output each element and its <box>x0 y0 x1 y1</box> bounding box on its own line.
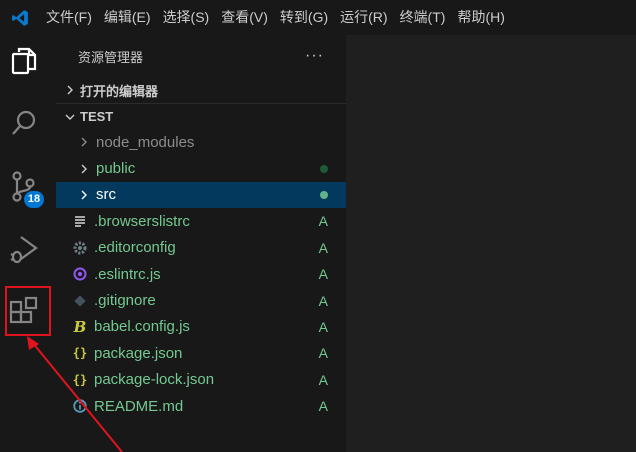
tree-item-label: .browserslistrc <box>94 212 190 230</box>
chevron-down-icon <box>62 112 78 122</box>
tree-item-src[interactable]: src <box>56 181 346 209</box>
menu-terminal[interactable]: 终端(T) <box>394 0 452 35</box>
menu-edit[interactable]: 编辑(E) <box>98 0 157 35</box>
menu-run[interactable]: 运行(R) <box>334 0 393 35</box>
activity-bar: 18 <box>0 35 48 452</box>
activity-run-debug[interactable] <box>0 223 48 277</box>
chevron-right-icon <box>76 164 92 174</box>
editor-area[interactable] <box>346 35 636 452</box>
tree-item-label: README.md <box>94 397 184 415</box>
tree-item-browserslistrc[interactable]: .browserslistrc A <box>56 208 346 234</box>
tree-item-label: .editorconfig <box>94 239 176 257</box>
tree-item-label: .gitignore <box>94 292 156 310</box>
tree-item-node-modules[interactable]: node_modules <box>56 129 346 155</box>
explorer-sidebar: 资源管理器 ··· 打开的编辑器 TEST node_modules publi… <box>56 35 346 452</box>
menu-go[interactable]: 转到(G) <box>274 0 334 35</box>
sidebar-title: 资源管理器 <box>78 49 144 65</box>
json-icon: {} <box>72 372 88 387</box>
project-section[interactable]: TEST <box>56 103 346 129</box>
tree-item-label: public <box>96 160 136 178</box>
git-status-added: A <box>318 398 328 415</box>
chevron-right-icon <box>76 137 92 147</box>
tree-item-package-json[interactable]: {} package.json A <box>56 340 346 366</box>
open-editors-section[interactable]: 打开的编辑器 <box>56 77 346 103</box>
git-icon <box>70 294 90 307</box>
tree-item-label: node_modules <box>96 133 195 151</box>
tree-item-label: package.json <box>94 344 183 362</box>
info-icon <box>70 399 90 413</box>
menu-view[interactable]: 查看(V) <box>215 0 274 35</box>
source-control-badge: 18 <box>24 191 44 208</box>
git-status-added: A <box>318 345 328 362</box>
git-status-dot <box>320 182 328 208</box>
git-status-added: A <box>318 213 328 230</box>
eslint-icon <box>70 267 90 281</box>
tree-item-label: src <box>96 186 116 204</box>
git-status-added: A <box>318 266 328 283</box>
tree-item-gitignore[interactable]: .gitignore A <box>56 287 346 313</box>
tree-item-public[interactable]: public <box>56 155 346 181</box>
project-label: TEST <box>80 109 114 124</box>
menu-file[interactable]: 文件(F) <box>40 0 98 35</box>
babel-icon: B <box>73 317 87 336</box>
vscode-logo-icon <box>0 0 40 35</box>
tree-item-package-lock-json[interactable]: {} package-lock.json A <box>56 367 346 393</box>
json-icon: {} <box>72 346 88 361</box>
git-status-added: A <box>318 292 328 309</box>
activity-search[interactable] <box>0 97 48 151</box>
chevron-right-icon <box>62 85 78 95</box>
activity-explorer[interactable] <box>0 35 48 89</box>
menu-bar: 文件(F) 编辑(E) 选择(S) 查看(V) 转到(G) 运行(R) 终端(T… <box>0 0 636 35</box>
lines-icon <box>70 215 90 228</box>
more-actions-icon[interactable]: ··· <box>305 47 324 65</box>
tree-item-label: babel.config.js <box>94 318 190 336</box>
sidebar-header: 资源管理器 ··· <box>56 35 346 77</box>
tree-item-babel-config[interactable]: B babel.config.js A <box>56 314 346 340</box>
tree-item-label: package-lock.json <box>94 371 215 389</box>
gear-icon <box>70 241 90 255</box>
menu-selection[interactable]: 选择(S) <box>157 0 216 35</box>
search-icon <box>9 108 39 141</box>
tree-item-eslintrc[interactable]: .eslintrc.js A <box>56 261 346 287</box>
tree-item-editorconfig[interactable]: .editorconfig A <box>56 235 346 261</box>
tree-item-readme[interactable]: README.md A <box>56 393 346 419</box>
menu-help[interactable]: 帮助(H) <box>451 0 510 35</box>
tree-item-label: .eslintrc.js <box>94 265 161 283</box>
files-icon <box>10 46 38 79</box>
open-editors-label: 打开的编辑器 <box>80 83 159 99</box>
git-status-added: A <box>318 318 328 335</box>
git-status-dot <box>320 155 328 181</box>
chevron-right-icon <box>76 190 92 200</box>
extensions-highlight-box <box>5 286 51 336</box>
git-status-added: A <box>318 371 328 388</box>
git-status-added: A <box>318 239 328 256</box>
run-debug-icon <box>9 233 39 268</box>
